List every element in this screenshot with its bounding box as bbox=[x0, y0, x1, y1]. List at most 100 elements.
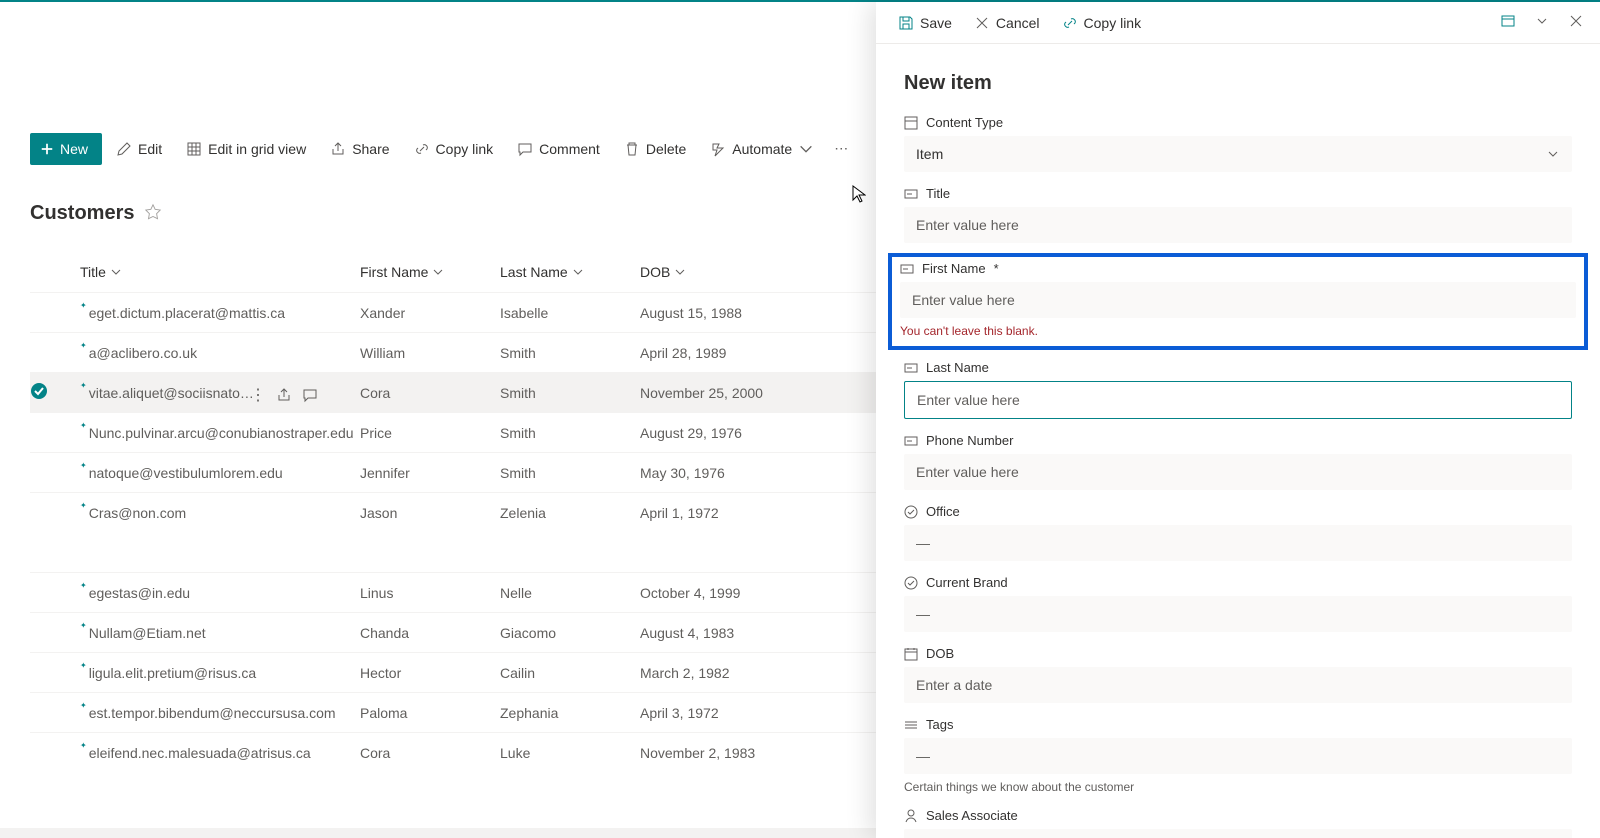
chevron-down-icon bbox=[110, 266, 122, 278]
content-type-icon bbox=[904, 116, 918, 130]
content-type-select[interactable]: Item bbox=[904, 136, 1572, 172]
cell-first: Paloma bbox=[360, 705, 500, 721]
field-dob: DOB bbox=[904, 646, 1572, 703]
dob-label: DOB bbox=[926, 646, 954, 661]
panel-copy-link-button[interactable]: Copy link bbox=[1052, 9, 1152, 37]
chevron-down-icon bbox=[572, 266, 584, 278]
office-value[interactable]: — bbox=[904, 525, 1572, 561]
field-office: Office — bbox=[904, 504, 1572, 561]
plus-icon bbox=[40, 142, 54, 156]
share-icon bbox=[330, 141, 346, 157]
save-button[interactable]: Save bbox=[888, 9, 962, 37]
row-more-button[interactable]: ⋮ bbox=[250, 385, 266, 405]
cell-title-text: est.tempor.bibendum@neccursusa.com bbox=[89, 705, 336, 721]
star-icon bbox=[144, 203, 162, 221]
cell-last: Luke bbox=[500, 745, 640, 761]
last-name-input[interactable] bbox=[904, 381, 1572, 419]
title-input[interactable] bbox=[904, 207, 1572, 243]
cell-dob: October 4, 1999 bbox=[640, 585, 800, 601]
content-type-value: Item bbox=[904, 136, 1572, 172]
automate-label: Automate bbox=[732, 141, 792, 157]
new-indicator-icon: ✦ bbox=[80, 621, 87, 630]
cell-title: ✦Cras@non.com bbox=[80, 505, 360, 521]
cell-title-text: Nullam@Etiam.net bbox=[89, 625, 206, 641]
cell-title-text: eleifend.nec.malesuada@atrisus.ca bbox=[89, 745, 311, 761]
close-icon bbox=[974, 15, 990, 31]
cell-dob: March 2, 1982 bbox=[640, 665, 800, 681]
edit-grid-button[interactable]: Edit in grid view bbox=[176, 133, 316, 165]
copy-link-label: Copy link bbox=[436, 141, 494, 157]
content-type-label: Content Type bbox=[926, 115, 1003, 130]
panel-body: New item Content Type Item Title bbox=[876, 44, 1600, 838]
phone-input[interactable] bbox=[904, 454, 1572, 490]
cell-title: ✦natoque@vestibulumlorem.edu bbox=[80, 465, 360, 481]
required-indicator: * bbox=[994, 261, 999, 276]
checkmark-icon bbox=[30, 382, 48, 400]
cell-dob: August 29, 1976 bbox=[640, 425, 800, 441]
edit-label: Edit bbox=[138, 141, 162, 157]
text-icon bbox=[904, 187, 918, 201]
text-icon bbox=[904, 434, 918, 448]
chevron-down-icon bbox=[674, 266, 686, 278]
cancel-label: Cancel bbox=[996, 15, 1040, 31]
brand-label: Current Brand bbox=[926, 575, 1008, 590]
field-phone-number: Phone Number bbox=[904, 433, 1572, 490]
cell-title-text: egestas@in.edu bbox=[89, 585, 190, 601]
cancel-button[interactable]: Cancel bbox=[964, 9, 1050, 37]
copy-link-button[interactable]: Copy link bbox=[404, 133, 504, 165]
col-header-first-name[interactable]: First Name bbox=[360, 264, 500, 280]
cell-last: Smith bbox=[500, 465, 640, 481]
delete-button[interactable]: Delete bbox=[614, 133, 696, 165]
edit-button[interactable]: Edit bbox=[106, 133, 172, 165]
customize-form-button[interactable] bbox=[1496, 9, 1520, 36]
cell-title-text: natoque@vestibulumlorem.edu bbox=[89, 465, 283, 481]
comment-button[interactable]: Comment bbox=[507, 133, 610, 165]
share-icon[interactable] bbox=[276, 387, 292, 403]
share-button[interactable]: Share bbox=[320, 133, 399, 165]
cell-last: Cailin bbox=[500, 665, 640, 681]
brand-value[interactable]: — bbox=[904, 596, 1572, 632]
cell-dob: August 4, 1983 bbox=[640, 625, 800, 641]
cell-last: Zephania bbox=[500, 705, 640, 721]
new-button[interactable]: New bbox=[30, 133, 102, 165]
save-label: Save bbox=[920, 15, 952, 31]
text-icon bbox=[904, 361, 918, 375]
col-header-title[interactable]: Title bbox=[80, 264, 360, 280]
cell-dob: November 25, 2000 bbox=[640, 385, 800, 401]
panel-chevron-button[interactable] bbox=[1530, 9, 1554, 36]
share-label: Share bbox=[352, 141, 389, 157]
cell-first: Cora bbox=[360, 385, 500, 401]
cell-dob: April 28, 1989 bbox=[640, 345, 800, 361]
panel-close-button[interactable] bbox=[1564, 9, 1588, 36]
cell-title-text: Cras@non.com bbox=[89, 505, 186, 521]
col-header-dob[interactable]: DOB bbox=[640, 264, 800, 280]
col-header-last-name[interactable]: Last Name bbox=[500, 264, 640, 280]
associate-input[interactable] bbox=[904, 829, 1572, 838]
automate-button[interactable]: Automate bbox=[700, 133, 824, 165]
cell-first: Price bbox=[360, 425, 500, 441]
choice-icon bbox=[904, 505, 918, 519]
chevron-down-icon bbox=[1534, 13, 1550, 29]
comment-label: Comment bbox=[539, 141, 600, 157]
list-title: Customers bbox=[30, 202, 134, 225]
new-indicator-icon: ✦ bbox=[80, 421, 87, 430]
col-last-label: Last Name bbox=[500, 264, 568, 280]
panel-command-bar: Save Cancel Copy link bbox=[876, 2, 1600, 44]
dob-input[interactable] bbox=[904, 667, 1572, 703]
chevron-down-icon bbox=[432, 266, 444, 278]
cell-title-text: Nunc.pulvinar.arcu@conubianostraper.edu bbox=[89, 425, 354, 441]
cell-dob: August 15, 1988 bbox=[640, 305, 800, 321]
comment-icon[interactable] bbox=[302, 387, 318, 403]
cell-last: Smith bbox=[500, 345, 640, 361]
field-current-brand: Current Brand — bbox=[904, 575, 1572, 632]
col-dob-label: DOB bbox=[640, 264, 670, 280]
favorite-button[interactable] bbox=[144, 203, 162, 224]
new-item-panel: Save Cancel Copy link New item bbox=[876, 2, 1600, 838]
cell-title: ✦vitae.aliquet@sociisnato…⋮ bbox=[80, 385, 360, 401]
first-name-input[interactable] bbox=[900, 282, 1576, 318]
field-tags: Tags — Certain things we know about the … bbox=[904, 717, 1572, 794]
cell-title: ✦Nullam@Etiam.net bbox=[80, 625, 360, 641]
tags-value[interactable]: — bbox=[904, 738, 1572, 774]
field-content-type: Content Type Item bbox=[904, 115, 1572, 172]
more-actions-button[interactable]: ⋯ bbox=[828, 132, 856, 165]
